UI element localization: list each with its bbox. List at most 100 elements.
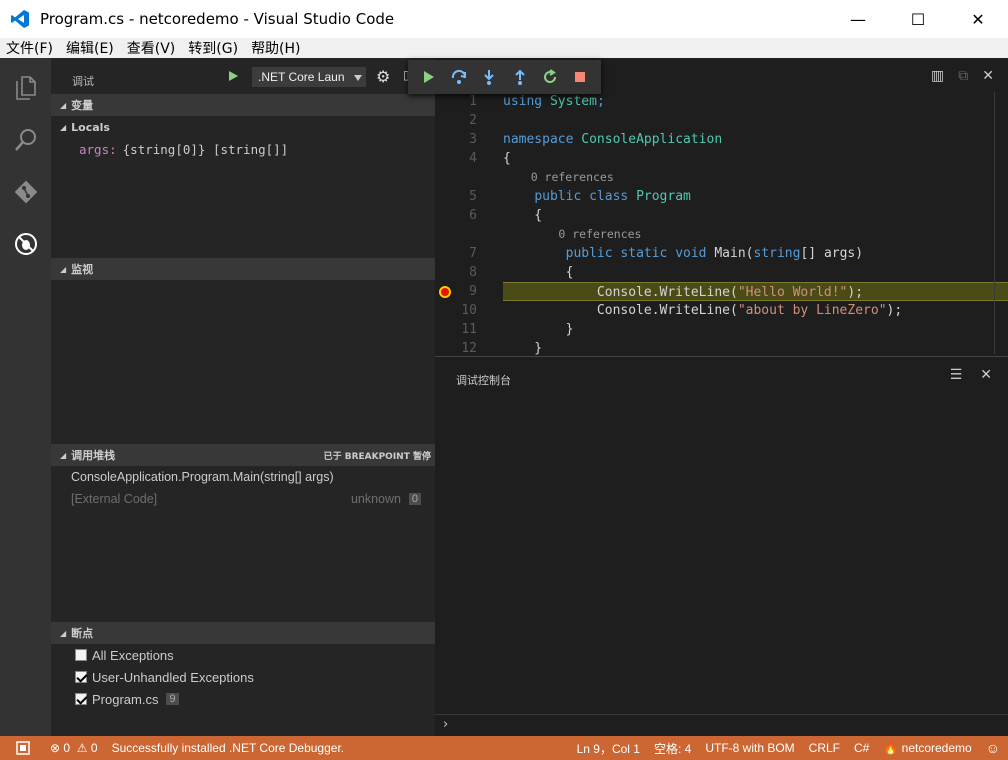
line-endings[interactable]: CRLF: [809, 741, 840, 755]
continue-icon[interactable]: [418, 66, 440, 88]
code-area[interactable]: using System; namespace ConsoleApplicati…: [503, 92, 1008, 356]
launch-config-select[interactable]: .NET Core Laun: [252, 67, 366, 87]
open-changes-icon[interactable]: ⧉: [958, 68, 968, 84]
line-number[interactable]: 3: [435, 130, 495, 149]
line-number[interactable]: 1: [435, 92, 495, 111]
checkbox[interactable]: [75, 671, 87, 683]
stop-icon[interactable]: [569, 66, 591, 88]
line-number[interactable]: 6: [435, 206, 495, 225]
code-line[interactable]: using System;: [503, 92, 1008, 111]
stack-frame[interactable]: ConsoleApplication.Program.Main(string[]…: [51, 466, 435, 488]
feedback-smiley-icon[interactable]: ☺: [986, 740, 1000, 756]
checkbox[interactable]: [75, 693, 87, 705]
encoding[interactable]: UTF-8 with BOM: [705, 741, 794, 755]
code-token: namespace: [503, 132, 582, 147]
watch-section-header[interactable]: ◢ 监视: [51, 258, 435, 280]
problems-indicator[interactable]: ⊗ 0 ⚠ 0: [50, 741, 98, 755]
step-into-icon[interactable]: [478, 66, 500, 88]
breakpoint-item[interactable]: All Exceptions: [51, 644, 435, 666]
code-line[interactable]: {: [503, 149, 1008, 168]
split-editor-icon[interactable]: ▥: [931, 68, 944, 84]
menu-file[interactable]: 文件(F): [6, 38, 53, 58]
checkbox[interactable]: [75, 649, 87, 661]
code-line[interactable]: public class Program: [503, 187, 1008, 206]
line-number[interactable]: 7: [435, 244, 495, 263]
code-line[interactable]: [503, 111, 1008, 130]
remote-icon[interactable]: [16, 741, 30, 755]
line-number[interactable]: 11: [435, 320, 495, 339]
line-number[interactable]: 10: [435, 301, 495, 320]
activity-bar: [0, 58, 51, 736]
variables-title: 变量: [71, 99, 94, 112]
step-over-icon[interactable]: [448, 66, 470, 88]
breakpoint-icon[interactable]: [439, 286, 451, 298]
vscode-logo-icon: [0, 9, 40, 29]
menu-help[interactable]: 帮助(H): [251, 38, 300, 58]
codelens-references[interactable]: 0 references: [503, 168, 1008, 187]
restart-icon[interactable]: [539, 66, 561, 88]
breakpoint-item[interactable]: User-Unhandled Exceptions: [51, 666, 435, 688]
debug-console-panel: 调试控制台 ☰ ✕ ›: [435, 356, 1008, 736]
menu-goto[interactable]: 转到(G): [188, 38, 238, 58]
editor-scrollbar[interactable]: [994, 92, 1008, 354]
code-token: }: [503, 322, 574, 337]
start-debugging-icon[interactable]: [229, 71, 238, 81]
cursor-position[interactable]: Ln 9，Col 1: [577, 740, 640, 757]
menu-edit[interactable]: 编辑(E): [66, 38, 114, 58]
debug-sidebar: 调试 .NET Core Laun ⚙ ▯ ◢ 变量 ◢ Locals args…: [51, 58, 435, 736]
console-input[interactable]: ›: [435, 714, 1008, 736]
code-line[interactable]: }: [503, 320, 1008, 339]
callstack-section-header[interactable]: ◢ 调用堆栈 已于 BREAKPOINT 暂停: [51, 444, 435, 466]
debug-toolbar: [408, 60, 601, 94]
stack-frame[interactable]: [External Code] unknown 0: [51, 488, 435, 510]
line-number[interactable]: 2: [435, 111, 495, 130]
variable-row[interactable]: args: {string[0]} [string[]]: [51, 138, 435, 160]
close-editor-icon[interactable]: ✕: [982, 68, 994, 84]
code-line[interactable]: {: [503, 263, 1008, 282]
code-editor[interactable]: ▥ ⧉ ✕ 1 2 3 4 5 6 7 8 9 10 11 12 using System; name…: [435, 58, 1008, 356]
git-icon[interactable]: [0, 166, 51, 218]
breakpoint-item[interactable]: Program.cs 9: [51, 688, 435, 710]
code-line[interactable]: Console.WriteLine("about by LineZero");: [503, 301, 1008, 320]
collapse-icon: ◢: [60, 122, 67, 132]
code-line[interactable]: namespace ConsoleApplication: [503, 130, 1008, 149]
codelens-references[interactable]: 0 references: [503, 225, 1008, 244]
search-icon[interactable]: [0, 114, 51, 166]
line-number[interactable]: 5: [435, 187, 495, 206]
language-mode[interactable]: C#: [854, 741, 869, 755]
indentation[interactable]: 空格: 4: [654, 740, 691, 757]
explorer-icon[interactable]: [0, 62, 51, 114]
line-number[interactable]: 4: [435, 149, 495, 168]
menu-view[interactable]: 查看(V): [127, 38, 176, 58]
error-icon: ⊗: [50, 741, 61, 755]
step-out-icon[interactable]: [509, 66, 531, 88]
line-number[interactable]: 9: [435, 282, 495, 301]
close-window-button[interactable]: ✕: [948, 0, 1008, 38]
code-token: {: [503, 265, 574, 280]
locals-scope[interactable]: ◢ Locals: [51, 116, 435, 138]
minimize-button[interactable]: —: [828, 0, 888, 38]
prompt-chevron-icon: ›: [443, 717, 449, 732]
code-line[interactable]: {: [503, 206, 1008, 225]
code-token: {: [503, 151, 511, 166]
line-number[interactable]: 12: [435, 339, 495, 356]
clear-console-icon[interactable]: ☰: [950, 367, 963, 383]
collapse-icon: ◢: [60, 628, 67, 638]
code-line[interactable]: public static void Main(string[] args): [503, 244, 1008, 263]
code-line[interactable]: Console.WriteLine("Hello World!");: [503, 282, 1008, 301]
close-panel-icon[interactable]: ✕: [980, 367, 992, 383]
stack-frame-name: [External Code]: [71, 492, 158, 506]
collapse-icon: ◢: [60, 100, 67, 110]
debug-icon[interactable]: [0, 218, 51, 270]
code-token: public class: [534, 189, 637, 204]
gear-icon[interactable]: ⚙: [376, 67, 390, 86]
variables-section-header[interactable]: ◢ 变量: [51, 94, 435, 116]
code-token: Console.WriteLine(: [503, 285, 738, 300]
code-line[interactable]: }: [503, 339, 1008, 356]
breakpoints-section-header[interactable]: ◢ 断点: [51, 622, 435, 644]
locals-label: Locals: [71, 120, 110, 134]
line-number[interactable]: 8: [435, 263, 495, 282]
project-selector[interactable]: 🔥 netcoredemo: [883, 741, 971, 755]
maximize-button[interactable]: ☐: [888, 0, 948, 38]
